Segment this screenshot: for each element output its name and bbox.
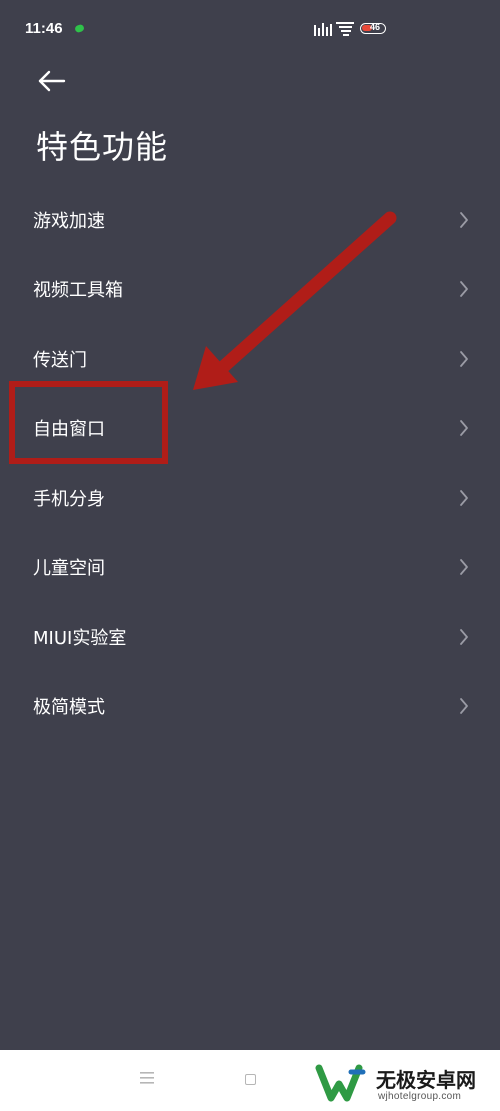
- menu-item-label: 极简模式: [33, 697, 105, 719]
- menu-item-minimal-mode[interactable]: 极简模式: [0, 672, 500, 742]
- battery-level: 46: [370, 22, 381, 32]
- chevron-right-icon: [460, 281, 468, 298]
- menu-icon[interactable]: [140, 1072, 154, 1084]
- status-bar: 11:46 46: [0, 0, 500, 60]
- menu-item-label: 手机分身: [33, 488, 105, 510]
- menu-item-game-boost[interactable]: 游戏加速: [0, 185, 500, 255]
- menu-item-label: 游戏加速: [33, 210, 105, 232]
- menu-item-label: 传送门: [33, 349, 87, 371]
- chevron-right-icon: [460, 698, 468, 715]
- wifi-icon: [336, 22, 354, 36]
- chevron-right-icon: [460, 350, 468, 367]
- menu-item-dual-apps[interactable]: 手机分身: [0, 463, 500, 533]
- status-time: 11:46: [25, 20, 63, 37]
- page-title: 特色功能: [36, 128, 169, 166]
- chevron-right-icon: [460, 211, 468, 228]
- wechat-icon: [74, 23, 85, 34]
- settings-screen: 11:46 46 特色功能 游戏加速 视频工具箱 传送门 自由窗口 手机分身 儿…: [0, 0, 500, 1050]
- chevron-right-icon: [460, 489, 468, 506]
- chevron-right-icon: [460, 559, 468, 576]
- menu-item-label: 儿童空间: [33, 558, 105, 580]
- watermark-title: 无极安卓网: [376, 1068, 476, 1092]
- menu-item-kid-space[interactable]: 儿童空间: [0, 533, 500, 603]
- signal-icon: [314, 23, 332, 36]
- watermark-url: wjhotelgroup.com: [378, 1091, 462, 1102]
- home-icon[interactable]: [245, 1074, 256, 1085]
- menu-item-miui-lab[interactable]: MIUI实验室: [0, 602, 500, 672]
- annotation-highlight-box: [9, 381, 168, 464]
- watermark-logo-icon: [315, 1064, 366, 1102]
- menu-item-label: 视频工具箱: [33, 280, 123, 302]
- back-arrow-icon[interactable]: [34, 64, 70, 100]
- chevron-right-icon: [460, 420, 468, 437]
- menu-item-video-toolbox[interactable]: 视频工具箱: [0, 255, 500, 325]
- battery-icon: 46: [360, 22, 386, 34]
- chevron-right-icon: [460, 628, 468, 645]
- menu-item-label: MIUI实验室: [33, 627, 127, 649]
